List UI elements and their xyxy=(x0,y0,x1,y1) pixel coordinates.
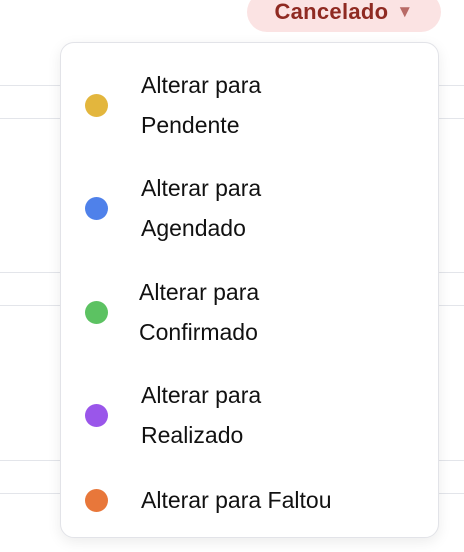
status-dot-icon xyxy=(85,93,108,117)
menu-item-faltou[interactable]: Alterar para Faltou xyxy=(61,448,438,552)
menu-item-label: Alterar para Faltou xyxy=(141,487,332,513)
menu-item-label: Alterar para Agendado xyxy=(141,175,262,241)
menu-item-label: Alterar para Pendente xyxy=(141,72,262,138)
status-dot-icon xyxy=(85,196,108,220)
status-dot-icon xyxy=(85,403,108,427)
menu-item-confirmado[interactable]: Alterar para Confirmado xyxy=(61,260,438,364)
menu-item-agendado[interactable]: Alterar para Agendado xyxy=(61,156,438,260)
status-badge[interactable]: Cancelado ▼ xyxy=(247,0,441,32)
status-menu: Alterar para Pendente Alterar para Agend… xyxy=(60,42,439,538)
status-dot-icon xyxy=(85,300,108,324)
menu-item-label: Alterar para Realizado xyxy=(141,382,262,448)
status-label: Cancelado xyxy=(274,0,389,24)
caret-down-icon: ▼ xyxy=(396,2,414,21)
menu-item-pendente[interactable]: Alterar para Pendente xyxy=(61,53,438,157)
menu-item-label: Alterar para Confirmado xyxy=(139,279,260,345)
status-dot-icon xyxy=(85,488,108,512)
